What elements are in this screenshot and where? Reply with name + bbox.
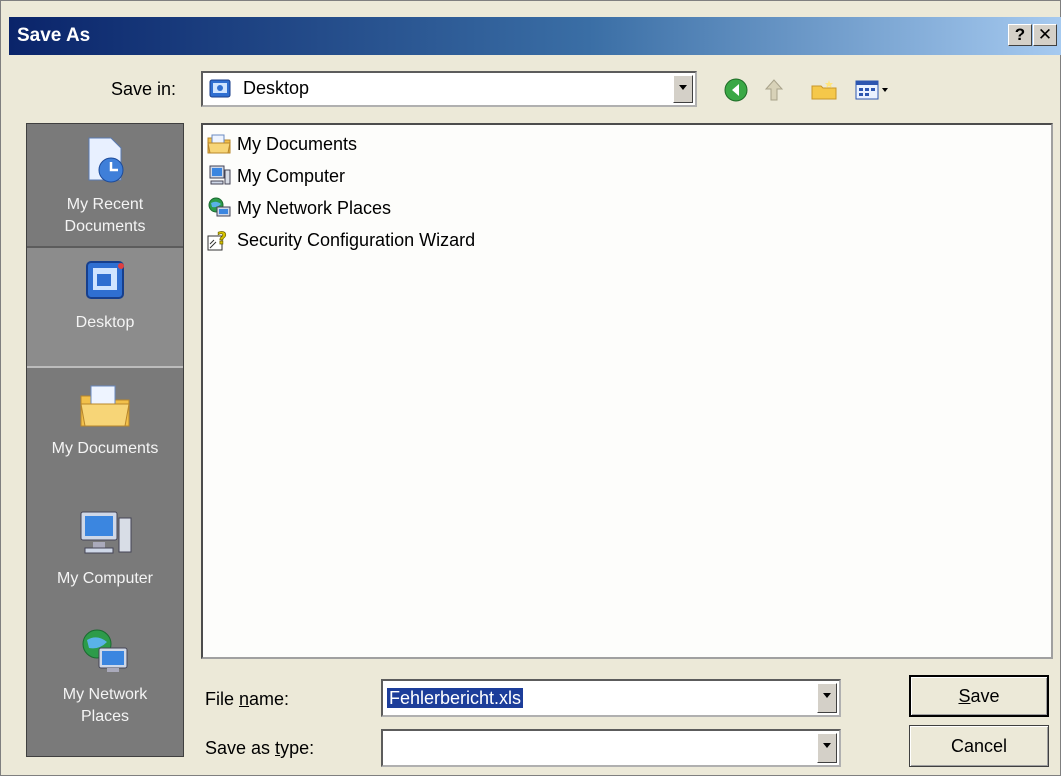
place-my-network-places[interactable]: My Network Places: [27, 624, 183, 728]
my-network-places-icon: [75, 624, 135, 678]
places-bar: My Recent Documents Desktop My Documents…: [26, 123, 184, 757]
place-my-network-places-label: My Network Places: [62, 686, 148, 725]
title-bar[interactable]: Save As ? ✕: [9, 17, 1061, 55]
chevron-down-icon[interactable]: [817, 733, 837, 763]
list-item[interactable]: My Network Places: [207, 193, 391, 223]
help-button[interactable]: ?: [1008, 24, 1032, 46]
folder-documents-icon: [207, 132, 231, 156]
back-icon[interactable]: [723, 77, 749, 103]
desktop-icon: [209, 78, 231, 100]
computer-icon: [207, 164, 231, 188]
svg-text:?: ?: [217, 229, 227, 249]
file-item-label: My Network Places: [237, 197, 392, 218]
place-my-documents[interactable]: My Documents: [27, 378, 183, 460]
cancel-button[interactable]: Cancel: [909, 725, 1049, 767]
list-item[interactable]: My Documents: [207, 129, 357, 159]
save-as-dialog: Save As ? ✕ Save in: Desktop My Recent D…: [0, 0, 1061, 776]
wizard-shortcut-icon: ?: [207, 228, 231, 252]
place-recent-documents[interactable]: My Recent Documents: [27, 134, 183, 238]
place-my-documents-label: My Documents: [51, 440, 159, 457]
save-in-label: Save in:: [111, 79, 177, 99]
place-my-computer-label: My Computer: [56, 570, 154, 587]
network-places-icon: [207, 196, 231, 220]
list-item[interactable]: ? Security Configuration Wizard: [207, 225, 475, 255]
recent-documents-icon: [81, 134, 129, 188]
chevron-down-icon[interactable]: [817, 683, 837, 713]
save-in-value: Desktop: [243, 78, 310, 98]
view-menu-icon[interactable]: [853, 77, 893, 103]
my-computer-icon: [75, 504, 135, 562]
save-in-dropdown[interactable]: Desktop: [201, 71, 697, 107]
file-item-label: My Documents: [237, 133, 358, 154]
file-list[interactable]: My Documents My Computer My Network Plac…: [201, 123, 1053, 659]
place-my-computer[interactable]: My Computer: [27, 504, 183, 590]
file-item-label: My Computer: [237, 165, 346, 186]
file-name-input[interactable]: Fehlerbericht.xls: [387, 688, 524, 709]
place-recent-documents-label: My Recent Documents: [64, 196, 146, 235]
file-name-label: File name:: [205, 689, 290, 709]
chevron-down-icon[interactable]: [673, 75, 693, 103]
dialog-title: Save As: [17, 25, 91, 46]
file-name-field[interactable]: Fehlerbericht.xls: [381, 679, 841, 717]
place-desktop[interactable]: Desktop: [27, 246, 183, 368]
save-as-type-label: Save as type:: [205, 738, 315, 758]
new-folder-icon[interactable]: [809, 77, 837, 103]
place-desktop-label: Desktop: [75, 314, 135, 331]
close-button[interactable]: ✕: [1033, 24, 1057, 46]
desktop-icon: [81, 256, 129, 306]
list-item[interactable]: My Computer: [207, 161, 345, 191]
file-item-label: Security Configuration Wizard: [237, 229, 476, 250]
up-folder-icon[interactable]: [761, 77, 787, 103]
save-button[interactable]: Save: [909, 675, 1049, 717]
save-as-type-dropdown[interactable]: [381, 729, 841, 767]
my-documents-icon: [77, 378, 133, 432]
